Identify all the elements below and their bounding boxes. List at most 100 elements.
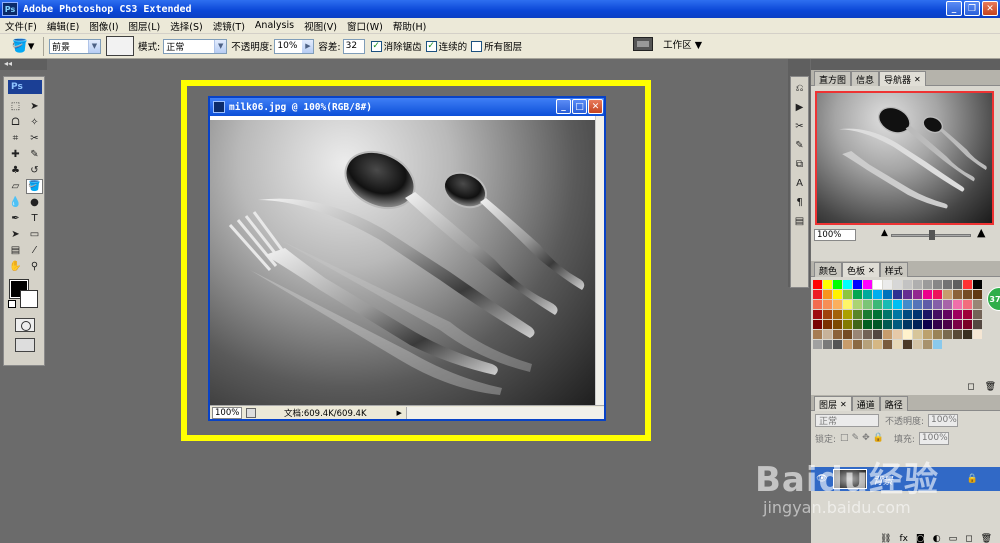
navigator-zoom-field[interactable]: 100%	[814, 229, 856, 241]
document-window[interactable]: milk06.jpg @ 100%(RGB/8#) _ □ ✕ 100% 文档:…	[208, 96, 606, 421]
brush-tool-icon[interactable]: ✎	[26, 147, 43, 162]
color-swatch[interactable]	[963, 290, 972, 299]
color-swatch[interactable]	[863, 290, 872, 299]
menu-item-7[interactable]: 视图(V)	[299, 19, 342, 33]
color-swatch[interactable]	[873, 290, 882, 299]
crop-tool-icon[interactable]: ⌗	[7, 131, 24, 146]
color-swatch[interactable]	[883, 340, 892, 349]
color-swatch[interactable]	[863, 340, 872, 349]
dodge-tool-icon[interactable]: ●	[26, 195, 43, 210]
close-tab-icon[interactable]: ✕	[868, 266, 875, 275]
color-swatch[interactable]	[843, 330, 852, 339]
fill-source-dropdown[interactable]: 前景 ▼	[49, 38, 101, 54]
menu-item-2[interactable]: 图像(I)	[84, 19, 123, 33]
color-swatch[interactable]	[963, 280, 972, 289]
color-swatch[interactable]	[923, 280, 932, 289]
color-swatch[interactable]	[843, 320, 852, 329]
color-swatch[interactable]	[853, 330, 862, 339]
toolbox-collapse-bar[interactable]: ◂◂	[0, 59, 47, 70]
clone-source-icon[interactable]: ⧉	[792, 157, 807, 172]
color-swatch[interactable]	[873, 320, 882, 329]
color-swatch[interactable]	[833, 310, 842, 319]
layer-row-background[interactable]: 👁 背景 🔒	[811, 467, 1000, 491]
eraser-tool-icon[interactable]: ▱	[7, 179, 24, 194]
color-swatch[interactable]	[903, 340, 912, 349]
color-swatch[interactable]	[913, 310, 922, 319]
color-swatch[interactable]	[903, 320, 912, 329]
status-menu-arrow-icon[interactable]: ▶	[397, 409, 402, 417]
color-swatch[interactable]	[853, 310, 862, 319]
zoom-out-icon[interactable]: ▲	[881, 228, 888, 238]
color-swatch[interactable]	[843, 300, 852, 309]
restore-button[interactable]: ❐	[964, 1, 980, 16]
color-swatch[interactable]	[933, 280, 942, 289]
color-swatch[interactable]	[853, 280, 862, 289]
color-swatch[interactable]	[833, 280, 842, 289]
contiguous-checkbox[interactable]: ✓	[425, 40, 437, 52]
color-swatch[interactable]	[863, 300, 872, 309]
all-layers-checkbox[interactable]	[471, 40, 483, 52]
new-layer-icon[interactable]: ◻	[965, 534, 972, 543]
color-swatch[interactable]	[843, 280, 852, 289]
color-swatch[interactable]	[913, 340, 922, 349]
layer-opacity-input[interactable]: 100%	[928, 413, 959, 427]
color-swatch[interactable]	[933, 320, 942, 329]
color-swatch[interactable]	[963, 330, 972, 339]
color-swatch[interactable]	[943, 330, 952, 339]
vertical-scrollbar[interactable]	[595, 116, 604, 407]
color-swatch[interactable]	[853, 320, 862, 329]
background-color-swatch[interactable]	[20, 290, 38, 308]
color-swatch[interactable]	[973, 310, 982, 319]
color-swatch[interactable]	[943, 310, 952, 319]
color-swatch[interactable]	[893, 320, 902, 329]
color-swatch[interactable]	[853, 290, 862, 299]
color-swatch[interactable]	[913, 290, 922, 299]
color-swatch[interactable]	[863, 330, 872, 339]
tab-navigator-1[interactable]: 信息	[851, 71, 880, 86]
character-icon[interactable]: A	[792, 176, 807, 191]
color-swatch[interactable]	[933, 310, 942, 319]
color-swatch[interactable]	[833, 330, 842, 339]
color-swatch[interactable]	[873, 310, 882, 319]
workspace-menu[interactable]: 工作区 ▼	[663, 37, 702, 51]
color-swatch[interactable]	[973, 300, 982, 309]
color-swatch[interactable]	[943, 290, 952, 299]
tolerance-input[interactable]: 32	[342, 38, 365, 54]
zoom-tool-icon[interactable]: ⚲	[26, 259, 43, 274]
zoom-in-icon[interactable]: ▲	[977, 226, 985, 239]
lock-position-icon[interactable]: ✥	[862, 433, 870, 443]
color-swatch[interactable]	[833, 300, 842, 309]
type-tool-icon[interactable]: T	[26, 211, 43, 226]
color-swatch[interactable]	[933, 300, 942, 309]
panel-column-header[interactable]	[811, 59, 1000, 70]
color-swatch[interactable]	[883, 300, 892, 309]
color-swatch[interactable]	[813, 310, 822, 319]
menu-item-8[interactable]: 窗口(W)	[342, 19, 388, 33]
color-swatch[interactable]	[873, 280, 882, 289]
close-tab-icon[interactable]: ✕	[914, 75, 921, 84]
color-swatch[interactable]	[903, 330, 912, 339]
color-swatch[interactable]	[893, 310, 902, 319]
history-icon[interactable]: ⎌	[792, 81, 807, 96]
color-swatch[interactable]	[823, 320, 832, 329]
blur-tool-icon[interactable]: 💧	[7, 195, 24, 210]
chevron-right-icon[interactable]: ▶	[302, 39, 314, 53]
paint-bucket-tool-icon[interactable]: 🪣	[26, 179, 43, 194]
color-swatch[interactable]	[823, 290, 832, 299]
brushes-icon[interactable]: ✎	[792, 138, 807, 153]
color-swatch[interactable]	[863, 280, 872, 289]
zoom-field[interactable]: 100%	[212, 406, 242, 419]
layer-comps-icon[interactable]: ▤	[792, 214, 807, 229]
color-swatch[interactable]	[883, 330, 892, 339]
color-swatch[interactable]	[943, 300, 952, 309]
color-swatch[interactable]	[913, 300, 922, 309]
mode-dropdown[interactable]: 正常 ▼	[163, 38, 228, 54]
tab-layers_panel-2[interactable]: 路径	[879, 396, 908, 411]
color-swatch[interactable]	[893, 300, 902, 309]
delete-layer-icon[interactable]: 🗑	[981, 534, 992, 543]
tab-layers_panel-1[interactable]: 通道	[851, 396, 880, 411]
close-tab-icon[interactable]: ✕	[840, 400, 847, 409]
navigator-preview[interactable]	[815, 91, 994, 225]
color-swatch[interactable]	[953, 280, 962, 289]
color-swatch[interactable]	[943, 320, 952, 329]
